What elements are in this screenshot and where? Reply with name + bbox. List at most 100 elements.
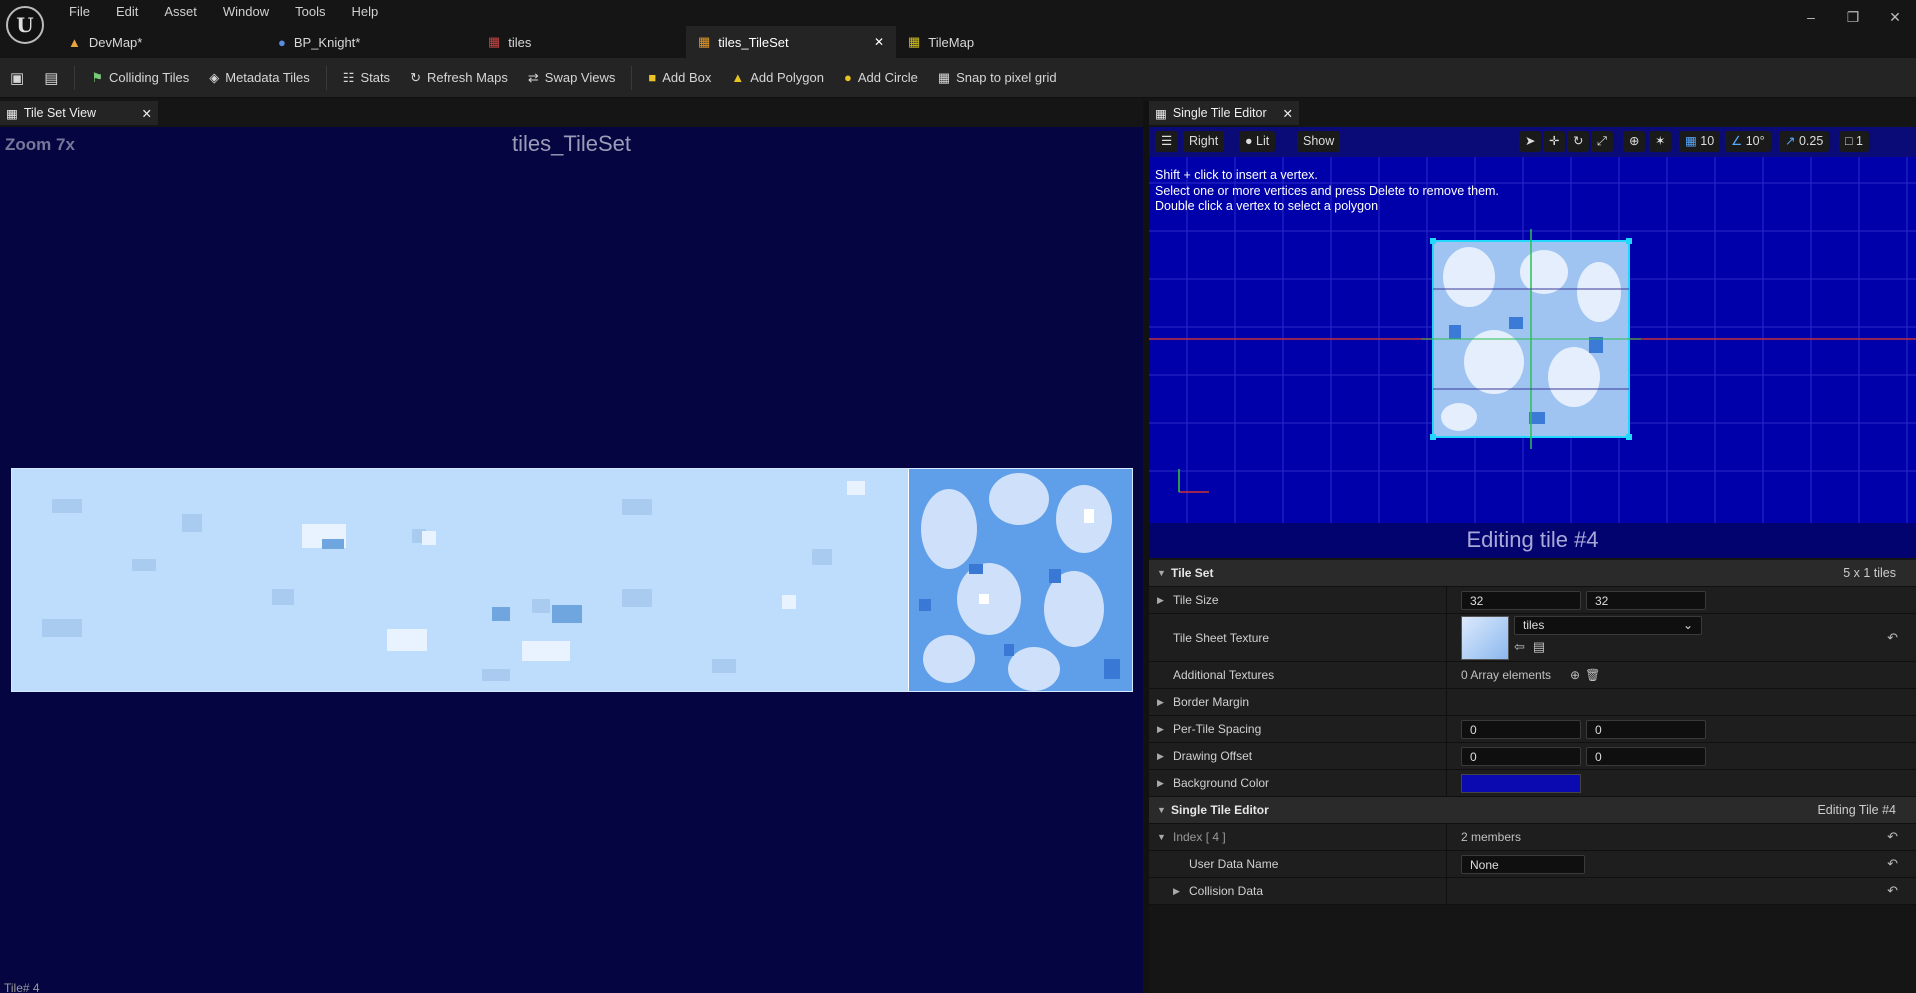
user-data-name-field[interactable]: None — [1461, 854, 1585, 874]
tile-sheet[interactable] — [11, 468, 1133, 692]
category-tile-set[interactable]: ▼ Tile Set 5 x 1 tiles — [1149, 560, 1916, 587]
tab-tiles-tileset[interactable]: ▦ tiles_TileSet ✕ — [686, 26, 896, 58]
reset-icon[interactable]: ↶ — [1887, 630, 1898, 646]
tileset-icon: ▦ — [698, 34, 711, 49]
collapsed-arrow-icon[interactable]: ▶ — [1157, 595, 1164, 606]
separator — [74, 65, 76, 90]
scale-icon: ↗ — [1785, 134, 1799, 148]
add-box-button[interactable]: ■ Add Box — [638, 58, 721, 98]
scale-tool-icon[interactable]: ⤢ — [1591, 131, 1614, 152]
menu-edit[interactable]: Edit — [103, 1, 151, 23]
button-label: Swap Views — [544, 70, 616, 85]
menu-window[interactable]: Window — [210, 1, 282, 23]
hamburger-menu-icon[interactable]: ☰ — [1155, 131, 1179, 152]
tab-tilemap[interactable]: ▦ TileMap — [896, 26, 1056, 58]
close-icon[interactable]: ✕ — [1874, 0, 1916, 34]
property-label: Border Margin — [1173, 695, 1250, 709]
offset-y-field[interactable]: 0 — [1586, 746, 1706, 766]
swap-icon: ⇄ — [527, 69, 539, 85]
tab-bp-knight[interactable]: ● BP_Knight* — [266, 26, 476, 58]
minimize-icon[interactable]: – — [1790, 0, 1832, 34]
close-tab-icon[interactable]: ✕ — [1283, 106, 1293, 121]
collapsed-arrow-icon[interactable]: ▶ — [1173, 886, 1180, 897]
reset-icon[interactable]: ↶ — [1887, 883, 1898, 899]
add-polygon-button[interactable]: ▲ Add Polygon — [721, 58, 834, 98]
grid-value: 10 — [1700, 134, 1715, 148]
colliding-tiles-button[interactable]: ⚑ Colliding Tiles — [81, 58, 199, 98]
scale-snap-button[interactable]: ↗ 0.25 — [1779, 131, 1830, 152]
lit-button[interactable]: ● Lit — [1239, 131, 1276, 152]
unreal-logo-icon[interactable]: U — [6, 6, 44, 44]
tile-size-x-field[interactable]: 32 — [1461, 590, 1581, 610]
save-icon: ▣ — [10, 69, 25, 87]
expanded-arrow-icon[interactable]: ▼ — [1157, 832, 1166, 842]
reset-icon[interactable]: ↶ — [1887, 856, 1898, 872]
column-divider — [1446, 878, 1447, 904]
separator — [325, 65, 327, 90]
tile-set-canvas[interactable]: Zoom 7x tiles_TileSet Tile# 4 — [0, 127, 1143, 993]
expanded-arrow-icon: ▼ — [1157, 568, 1166, 578]
surface-snap-icon[interactable]: ✶ — [1649, 131, 1672, 152]
tab-label: TileMap — [928, 34, 975, 50]
button-label: Refresh Maps — [426, 70, 508, 85]
select-tool-icon[interactable]: ➤ — [1519, 131, 1542, 152]
trash-icon[interactable]: 🗑 — [1585, 668, 1600, 682]
snap-pixel-grid-button[interactable]: ▦ Snap to pixel grid — [928, 58, 1067, 98]
refresh-maps-button[interactable]: ↻ Refresh Maps — [400, 58, 518, 98]
category-single-tile-editor[interactable]: ▼ Single Tile Editor Editing Tile #4 — [1149, 797, 1916, 824]
tab-tile-set-view[interactable]: ▦ Tile Set View ✕ — [0, 101, 158, 125]
blueprint-icon: ● — [278, 34, 286, 50]
texture-dropdown[interactable]: tiles ⌄ — [1514, 615, 1702, 635]
spacing-y-field[interactable]: 0 — [1586, 719, 1706, 739]
row-collision-data: ▶ Collision Data ↶ — [1149, 878, 1916, 905]
tile-4-highlight[interactable] — [908, 469, 1132, 691]
tab-devmap[interactable]: ▲ DevMap* — [56, 26, 266, 58]
menu-asset[interactable]: Asset — [151, 1, 210, 23]
panel-tab-label: Single Tile Editor — [1172, 106, 1267, 120]
collapsed-arrow-icon[interactable]: ▶ — [1157, 724, 1164, 735]
spacing-x-field[interactable]: 0 — [1461, 719, 1581, 739]
tab-single-tile-editor[interactable]: ▦ Single Tile Editor ✕ — [1149, 101, 1299, 125]
separator — [631, 65, 633, 90]
use-selected-icon[interactable]: ⇦ — [1514, 639, 1525, 655]
restore-icon[interactable]: ❐ — [1832, 0, 1874, 34]
menu-file[interactable]: File — [56, 1, 103, 23]
move-tool-icon[interactable]: ✛ — [1543, 131, 1566, 152]
column-divider — [1446, 770, 1447, 796]
menu-tools[interactable]: Tools — [282, 1, 338, 23]
collapsed-arrow-icon[interactable]: ▶ — [1157, 778, 1164, 789]
offset-x-field[interactable]: 0 — [1461, 746, 1581, 766]
view-mode-button[interactable]: Right — [1183, 131, 1225, 152]
tile-size-y-field[interactable]: 32 — [1586, 590, 1706, 610]
tab-tiles[interactable]: ▦ tiles — [476, 26, 686, 58]
camera-speed-button[interactable]: □ 1 — [1839, 131, 1869, 152]
collapsed-arrow-icon[interactable]: ▶ — [1157, 751, 1164, 762]
add-circle-button[interactable]: ● Add Circle — [834, 58, 928, 98]
instruction-line: Shift + click to insert a vertex. — [1155, 168, 1318, 182]
editing-tile-caption: Editing tile #4 — [1149, 523, 1916, 558]
world-icon[interactable]: ⊕ — [1623, 131, 1646, 152]
menu-help[interactable]: Help — [338, 1, 391, 23]
column-divider — [1446, 662, 1447, 688]
rotate-tool-icon[interactable]: ↻ — [1567, 131, 1590, 152]
button-label: Colliding Tiles — [109, 70, 190, 85]
camera-icon: □ — [1845, 134, 1857, 148]
texture-thumbnail[interactable] — [1461, 615, 1509, 660]
swap-views-button[interactable]: ⇄ Swap Views — [518, 58, 625, 98]
collapsed-arrow-icon[interactable]: ▶ — [1157, 697, 1164, 708]
show-button[interactable]: Show — [1297, 131, 1341, 152]
metadata-tiles-button[interactable]: ◈ Metadata Tiles — [199, 58, 320, 98]
browse-button[interactable]: ▤ — [34, 58, 68, 98]
tab-label: BP_Knight* — [293, 34, 361, 50]
save-button[interactable]: ▣ — [0, 58, 34, 98]
angle-snap-button[interactable]: ∠ 10° — [1725, 131, 1771, 152]
reset-icon[interactable]: ↶ — [1887, 829, 1898, 845]
background-color-swatch[interactable] — [1461, 773, 1581, 793]
add-element-icon[interactable]: ⊕ — [1570, 668, 1580, 682]
browse-asset-icon[interactable]: ▤ — [1533, 639, 1545, 655]
close-tab-icon[interactable]: ✕ — [142, 106, 152, 121]
grid-snap-button[interactable]: ▦ 10 — [1679, 131, 1721, 152]
stats-button[interactable]: ☷ Stats — [333, 58, 400, 98]
tile-editor-viewport[interactable]: Shift + click to insert a vertex. Select… — [1149, 157, 1916, 527]
close-tab-icon[interactable]: ✕ — [874, 35, 884, 49]
